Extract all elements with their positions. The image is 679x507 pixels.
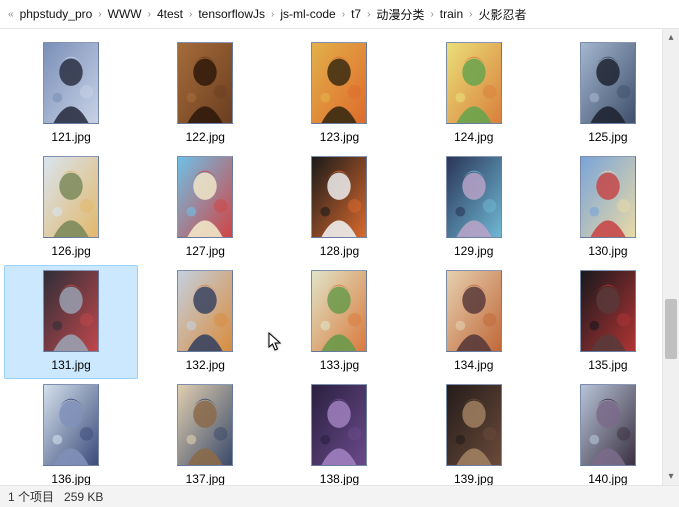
file-thumbnail xyxy=(580,42,636,124)
file-item[interactable]: 125.jpg xyxy=(541,37,675,151)
breadcrumb-item[interactable]: 4test xyxy=(153,7,187,21)
file-name-label: 126.jpg xyxy=(51,244,90,258)
chevron-right-icon: › xyxy=(365,9,372,20)
file-name-label: 139.jpg xyxy=(454,472,493,485)
breadcrumb-item[interactable]: t7 xyxy=(347,7,365,21)
file-name-label: 128.jpg xyxy=(320,244,359,258)
file-item[interactable]: 124.jpg xyxy=(407,37,541,151)
file-name-label: 123.jpg xyxy=(320,130,359,144)
breadcrumb[interactable]: «phpstudy_pro›WWW›4test›tensorflowJs›js-… xyxy=(0,0,679,29)
file-item[interactable]: 128.jpg xyxy=(272,151,406,265)
chevron-right-icon: › xyxy=(96,9,103,20)
file-name-label: 124.jpg xyxy=(454,130,493,144)
file-thumbnail xyxy=(580,156,636,238)
file-name-label: 135.jpg xyxy=(588,358,627,372)
file-thumbnail xyxy=(177,270,233,352)
file-thumbnail xyxy=(43,384,99,466)
file-thumbnail xyxy=(446,384,502,466)
file-thumbnail xyxy=(311,42,367,124)
file-name-label: 140.jpg xyxy=(588,472,627,485)
file-item[interactable]: 122.jpg xyxy=(138,37,272,151)
file-thumbnail xyxy=(177,156,233,238)
file-thumbnail xyxy=(177,42,233,124)
status-bar: 1 个项目 259 KB xyxy=(0,485,679,507)
scroll-thumb[interactable] xyxy=(665,299,677,359)
file-thumbnail xyxy=(311,384,367,466)
file-item[interactable]: 123.jpg xyxy=(272,37,406,151)
file-item[interactable]: 130.jpg xyxy=(541,151,675,265)
file-item[interactable]: 137.jpg xyxy=(138,379,272,485)
file-name-label: 132.jpg xyxy=(186,358,225,372)
breadcrumb-item[interactable]: tensorflowJs xyxy=(194,7,269,21)
file-name-label: 136.jpg xyxy=(51,472,90,485)
breadcrumb-overflow[interactable]: « xyxy=(6,9,16,20)
chevron-right-icon: › xyxy=(269,9,276,20)
file-item[interactable]: 138.jpg xyxy=(272,379,406,485)
file-thumbnail xyxy=(580,384,636,466)
breadcrumb-item[interactable]: js-ml-code xyxy=(276,7,339,21)
file-thumbnail xyxy=(446,42,502,124)
file-name-label: 133.jpg xyxy=(320,358,359,372)
file-item[interactable]: 140.jpg xyxy=(541,379,675,485)
file-thumbnail xyxy=(43,156,99,238)
file-name-label: 131.jpg xyxy=(51,358,90,372)
file-item[interactable]: 134.jpg xyxy=(407,265,541,379)
file-item[interactable]: 127.jpg xyxy=(138,151,272,265)
file-thumbnail xyxy=(43,42,99,124)
file-thumbnail xyxy=(446,156,502,238)
vertical-scrollbar[interactable]: ▴ ▾ xyxy=(662,29,679,485)
file-name-label: 122.jpg xyxy=(186,130,225,144)
file-grid-area: 121.jpg 122.jpg 123.jpg 124.jpg xyxy=(0,29,679,485)
chevron-right-icon: › xyxy=(467,9,474,20)
file-thumbnail xyxy=(311,156,367,238)
file-thumbnail xyxy=(43,270,99,352)
file-name-label: 129.jpg xyxy=(454,244,493,258)
file-item[interactable]: 131.jpg xyxy=(4,265,138,379)
file-name-label: 130.jpg xyxy=(588,244,627,258)
scroll-up-arrow[interactable]: ▴ xyxy=(663,29,679,46)
scroll-down-arrow[interactable]: ▾ xyxy=(663,468,679,485)
file-thumbnail xyxy=(446,270,502,352)
file-thumbnail xyxy=(580,270,636,352)
file-item[interactable]: 121.jpg xyxy=(4,37,138,151)
file-thumbnail xyxy=(177,384,233,466)
status-selection-size: 259 KB xyxy=(64,490,103,504)
file-item[interactable]: 133.jpg xyxy=(272,265,406,379)
breadcrumb-item[interactable]: WWW xyxy=(104,7,146,21)
file-item[interactable]: 139.jpg xyxy=(407,379,541,485)
scroll-track[interactable] xyxy=(663,46,679,468)
status-selection-count: 1 个项目 xyxy=(8,488,54,505)
chevron-right-icon: › xyxy=(146,9,153,20)
breadcrumb-item[interactable]: phpstudy_pro xyxy=(16,7,97,21)
file-item[interactable]: 136.jpg xyxy=(4,379,138,485)
file-name-label: 137.jpg xyxy=(186,472,225,485)
file-item[interactable]: 135.jpg xyxy=(541,265,675,379)
file-name-label: 121.jpg xyxy=(51,130,90,144)
file-item[interactable]: 132.jpg xyxy=(138,265,272,379)
file-name-label: 125.jpg xyxy=(588,130,627,144)
breadcrumb-item[interactable]: 动漫分类 xyxy=(372,6,428,23)
chevron-right-icon: › xyxy=(340,9,347,20)
chevron-right-icon: › xyxy=(428,9,435,20)
breadcrumb-item[interactable]: train xyxy=(436,7,467,21)
file-name-label: 134.jpg xyxy=(454,358,493,372)
file-item[interactable]: 126.jpg xyxy=(4,151,138,265)
file-thumbnail xyxy=(311,270,367,352)
chevron-right-icon: › xyxy=(187,9,194,20)
file-name-label: 138.jpg xyxy=(320,472,359,485)
file-grid: 121.jpg 122.jpg 123.jpg 124.jpg xyxy=(0,29,679,485)
breadcrumb-item[interactable]: 火影忍者 xyxy=(474,6,530,23)
file-name-label: 127.jpg xyxy=(186,244,225,258)
file-item[interactable]: 129.jpg xyxy=(407,151,541,265)
